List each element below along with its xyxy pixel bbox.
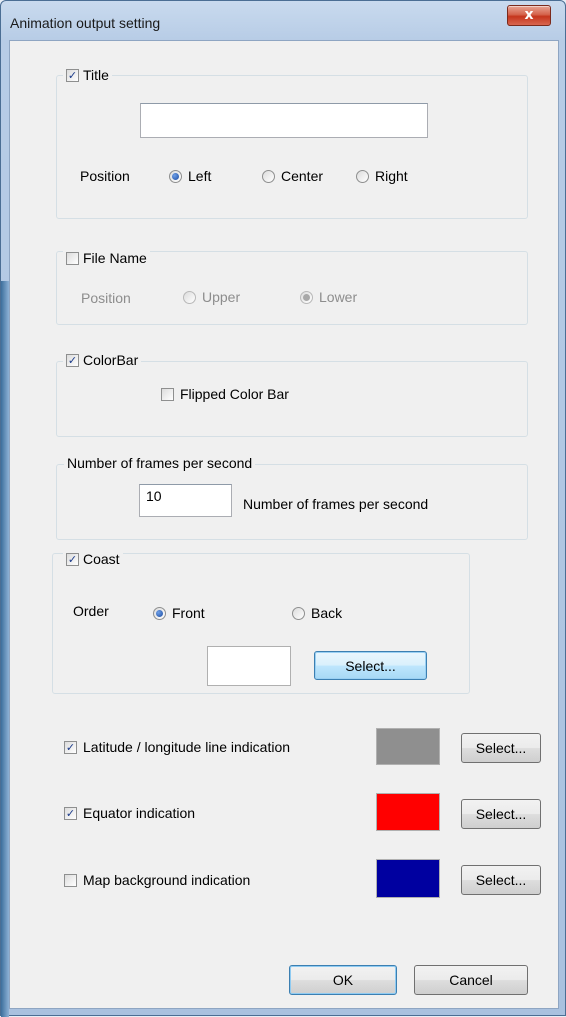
cancel-button[interactable]: Cancel	[414, 965, 528, 995]
latlon-checkbox[interactable]: ✓ Latitude / longitude line indication	[64, 739, 290, 755]
flipped-colorbar-checkbox[interactable]: Flipped Color Bar	[161, 386, 289, 402]
title-input[interactable]	[140, 103, 428, 138]
coast-order-front-radio[interactable]: Front	[153, 605, 205, 621]
title-group	[56, 75, 528, 219]
coast-checkbox-legend[interactable]: ✓ Coast	[63, 551, 123, 567]
flipped-colorbar-label: Flipped Color Bar	[180, 386, 289, 402]
title-position-center-radio[interactable]: Center	[262, 168, 323, 184]
radio-label: Lower	[319, 289, 358, 305]
latlon-select-button[interactable]: Select...	[461, 733, 541, 763]
window-edge	[1, 281, 9, 1017]
title-bar[interactable]: Animation output setting x	[1, 1, 565, 41]
filename-position-upper-radio[interactable]: Upper	[183, 289, 240, 305]
map-background-select-button[interactable]: Select...	[461, 865, 541, 895]
title-position-left-radio[interactable]: Left	[169, 168, 211, 184]
dialog-window: Animation output setting x ✓ Title Posit…	[0, 0, 566, 1017]
radio-label: Front	[172, 605, 205, 621]
map-background-label: Map background indication	[83, 872, 251, 888]
filename-checkbox[interactable]	[66, 251, 79, 265]
radio-icon	[292, 606, 305, 620]
checkbox-icon	[161, 387, 174, 401]
radio-icon	[153, 606, 166, 620]
filename-checkbox-legend[interactable]: File Name	[63, 250, 150, 266]
radio-icon	[169, 169, 182, 183]
radio-label: Right	[375, 168, 408, 184]
filename-position-lower-radio[interactable]: Lower	[300, 289, 357, 305]
coast-order-back-radio[interactable]: Back	[292, 605, 342, 621]
radio-icon	[300, 290, 313, 304]
map-background-color-swatch	[376, 859, 440, 898]
radio-label: Left	[188, 168, 212, 184]
close-icon: x	[524, 7, 534, 23]
coast-select-button[interactable]: Select...	[314, 651, 427, 680]
equator-checkbox[interactable]: ✓ Equator indication	[64, 805, 195, 821]
colorbar-checkbox-label: ColorBar	[83, 352, 139, 368]
filename-checkbox-label: File Name	[83, 250, 147, 266]
checkbox-icon	[64, 873, 77, 887]
latlon-color-swatch	[376, 728, 440, 765]
equator-color-swatch	[376, 793, 440, 831]
fps-group-title: Number of frames per second	[67, 455, 253, 471]
equator-select-button[interactable]: Select...	[461, 799, 541, 829]
title-position-label: Position	[80, 168, 130, 184]
window-title: Animation output setting	[10, 15, 161, 31]
radio-label: Upper	[202, 289, 241, 305]
radio-icon	[183, 290, 196, 304]
checkbox-icon: ✓	[64, 806, 77, 820]
checkbox-icon: ✓	[64, 740, 77, 754]
dialog-client-area: ✓ Title Position Left Center Right File …	[9, 40, 559, 1009]
fps-unit-label: Number of frames per second	[243, 496, 429, 512]
radio-label: Back	[311, 605, 343, 621]
title-checkbox-label: Title	[83, 67, 109, 83]
coast-order-label: Order	[73, 603, 109, 619]
title-position-right-radio[interactable]: Right	[356, 168, 408, 184]
fps-group-legend: Number of frames per second	[64, 455, 256, 471]
ok-button[interactable]: OK	[289, 965, 397, 995]
title-checkbox[interactable]: ✓	[66, 68, 79, 82]
colorbar-checkbox-legend[interactable]: ✓ ColorBar	[63, 352, 142, 368]
radio-icon	[356, 169, 369, 183]
map-background-checkbox[interactable]: Map background indication	[64, 872, 250, 888]
latlon-label: Latitude / longitude line indication	[83, 739, 291, 755]
close-button[interactable]: x	[507, 5, 551, 26]
colorbar-group	[56, 361, 528, 437]
fps-input[interactable]: 10	[139, 484, 232, 517]
radio-label: Center	[281, 168, 324, 184]
title-checkbox-legend[interactable]: ✓ Title	[63, 67, 112, 83]
filename-position-label: Position	[81, 290, 131, 306]
coast-checkbox-label: Coast	[83, 551, 120, 567]
colorbar-checkbox[interactable]: ✓	[66, 353, 79, 367]
coast-color-swatch	[207, 646, 291, 686]
coast-checkbox[interactable]: ✓	[66, 552, 79, 566]
radio-icon	[262, 169, 275, 183]
equator-label: Equator indication	[83, 805, 196, 821]
